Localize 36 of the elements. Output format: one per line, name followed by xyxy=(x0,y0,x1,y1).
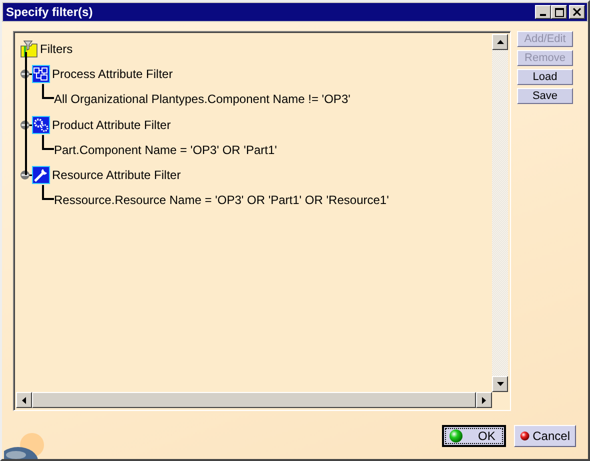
tree-connector-line xyxy=(42,134,54,150)
tree-item[interactable]: Product Attribute Filter xyxy=(52,118,171,132)
collapse-icon[interactable] xyxy=(20,68,32,79)
flowchart-icon xyxy=(32,64,50,83)
gears-icon xyxy=(32,116,50,134)
tree-item[interactable]: Ressource.Resource Name = 'OP3' OR 'Part1' OR 'Resource1' xyxy=(54,193,389,208)
side-button[interactable]: Load xyxy=(517,69,573,85)
side-button[interactable]: Save xyxy=(517,88,573,104)
tree-connector-line xyxy=(42,84,54,100)
up-arrow-icon xyxy=(496,40,504,44)
wrench-icon xyxy=(32,166,50,184)
minimize-button[interactable] xyxy=(535,5,551,19)
cancel-ball-icon xyxy=(520,429,530,443)
collapse-icon[interactable] xyxy=(20,170,32,180)
folder-filter-icon xyxy=(20,40,38,58)
down-arrow-icon xyxy=(496,382,504,386)
right-arrow-icon xyxy=(482,396,486,404)
ok-ball-icon xyxy=(449,429,463,443)
window-title: Specify filter(s) xyxy=(6,5,93,19)
vertical-scrollbar[interactable] xyxy=(492,34,508,392)
close-button[interactable] xyxy=(569,5,585,19)
close-icon xyxy=(573,8,581,16)
cancel-button[interactable]: Cancel xyxy=(514,425,576,447)
collapse-icon[interactable] xyxy=(20,120,32,130)
maximize-icon xyxy=(554,8,564,16)
tree-connector-line xyxy=(42,185,54,200)
ok-button[interactable]: OK xyxy=(442,425,506,447)
left-arrow-icon xyxy=(22,396,26,404)
tree-item[interactable]: Resource Attribute Filter xyxy=(52,168,181,182)
maximize-button[interactable] xyxy=(551,5,567,19)
tree-item[interactable]: Part.Component Name = 'OP3' OR 'Part1' xyxy=(54,142,277,157)
horizontal-scrollbar[interactable] xyxy=(16,392,492,408)
planet-drawing xyxy=(4,431,44,459)
tree-item[interactable]: Process Attribute Filter xyxy=(52,66,173,81)
tree-item[interactable]: All Organizational Plantypes.Component Name != 'OP3' xyxy=(54,92,350,106)
tree-item[interactable]: Filters xyxy=(40,42,73,56)
